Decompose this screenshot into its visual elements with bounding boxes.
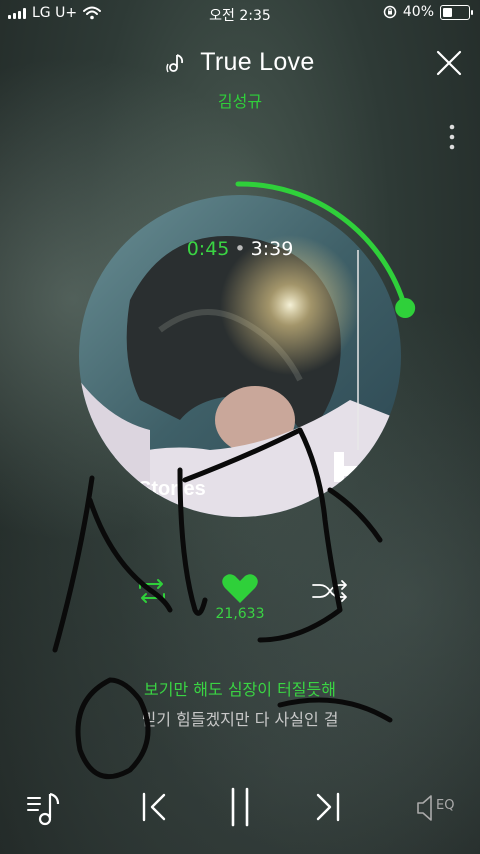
playlist-icon[interactable] xyxy=(26,788,66,828)
repeat-icon[interactable] xyxy=(132,576,172,606)
eq-icon xyxy=(417,795,432,821)
playback-controls: EQ xyxy=(0,780,480,840)
pause-icon[interactable] xyxy=(226,786,254,828)
previous-icon[interactable] xyxy=(140,790,170,824)
eq-label: EQ xyxy=(436,798,455,813)
next-icon[interactable] xyxy=(312,790,342,824)
time-separator: • xyxy=(234,238,246,260)
eq-button[interactable]: EQ xyxy=(416,792,460,824)
time-display: 0:45 • 3:39 xyxy=(0,238,480,260)
like-count: 21,633 xyxy=(215,606,265,622)
lyric-current[interactable]: 보기만 해도 심장이 터질듯해 xyxy=(0,676,480,700)
total-time: 3:39 xyxy=(250,238,294,260)
lyric-next[interactable]: 믿기 힘들겠지만 다 사실인 걸 xyxy=(0,706,480,730)
shuffle-icon[interactable] xyxy=(310,576,350,606)
heart-icon[interactable] xyxy=(220,572,260,606)
current-time: 0:45 xyxy=(186,238,230,260)
progress-knob[interactable] xyxy=(395,298,416,319)
album-art-text: Stories xyxy=(138,478,206,500)
mid-controls: 21,633 xyxy=(0,570,480,630)
